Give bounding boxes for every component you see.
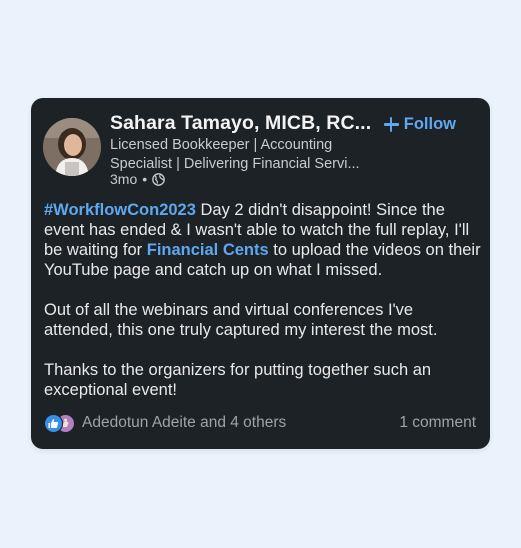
- headline-line-1: Licensed Bookkeeper | Accounting: [110, 137, 333, 153]
- post-body: #WorkflowCon2023 Day 2 didn't disappoint…: [44, 200, 484, 420]
- post-paragraph-3: Thanks to the organizers for putting tog…: [44, 361, 432, 399]
- post-meta: 3mo •: [110, 171, 165, 187]
- post-time: 3mo: [110, 171, 138, 187]
- globe-icon: [152, 172, 165, 186]
- meta-separator: •: [142, 171, 148, 187]
- hashtag-link[interactable]: #WorkflowCon2023: [44, 201, 196, 219]
- reaction-icons: [44, 414, 76, 433]
- avatar-photo: [43, 118, 101, 176]
- author-name[interactable]: Sahara Tamayo, MICB, RC...: [110, 112, 371, 135]
- comments-count[interactable]: 1 comment: [399, 414, 476, 432]
- reactions-summary[interactable]: Adedotun Adeite and 4 others: [44, 414, 287, 433]
- post-paragraph-2: Out of all the webinars and virtual conf…: [44, 301, 438, 339]
- reactions-text: Adedotun Adeite and 4 others: [82, 414, 287, 431]
- follow-label: Follow: [403, 115, 456, 133]
- plus-icon: [383, 117, 399, 132]
- social-counts: Adedotun Adeite and 4 others 1 comment: [44, 414, 476, 433]
- follow-button[interactable]: Follow: [383, 115, 456, 134]
- post-paragraph-1: #WorkflowCon2023 Day 2 didn't disappoint…: [44, 200, 484, 280]
- mention-link[interactable]: Financial Cents: [147, 241, 269, 259]
- like-icon: [44, 414, 63, 433]
- author-headline: Licensed Bookkeeper | Accounting Special…: [110, 136, 395, 174]
- post-card: Sahara Tamayo, MICB, RC... Follow Licens…: [31, 98, 490, 449]
- avatar[interactable]: [43, 118, 101, 176]
